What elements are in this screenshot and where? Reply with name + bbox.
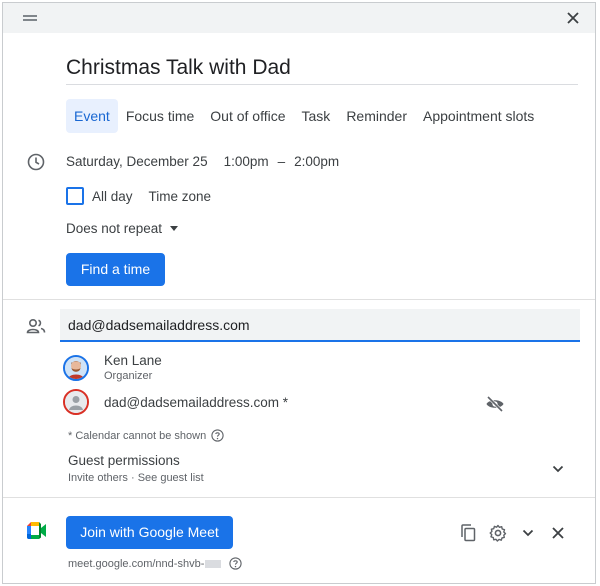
gear-icon[interactable] [488, 523, 507, 542]
divider [3, 299, 595, 300]
guest-name: dad@dadsemailaddress.com * [104, 394, 289, 410]
eye-off-icon [485, 395, 505, 413]
all-day-checkbox[interactable] [66, 187, 84, 205]
people-icon [26, 317, 46, 335]
tab-task[interactable]: Task [294, 99, 339, 133]
meet-link[interactable]: meet.google.com/nnd-shvb- [68, 557, 243, 570]
tab-event[interactable]: Event [66, 99, 118, 133]
start-time-picker[interactable]: 1:00pm [224, 154, 269, 169]
copy-icon[interactable] [458, 523, 477, 542]
repeat-label: Does not repeat [66, 221, 163, 236]
guest-row[interactable]: Ken Lane Organizer [63, 353, 162, 382]
close-icon[interactable] [563, 8, 583, 28]
all-day-row: All day Time zone [66, 187, 211, 205]
date-picker[interactable]: Saturday, December 25 [66, 154, 208, 169]
dialog-header[interactable] [3, 3, 595, 33]
close-icon[interactable] [548, 523, 567, 542]
redacted-block [205, 559, 222, 568]
guest-permissions[interactable]: Guest permissions Invite others · See gu… [68, 453, 204, 484]
guest-permissions-summary: Invite others · See guest list [68, 472, 204, 484]
chevron-down-icon[interactable] [518, 523, 537, 542]
event-datetime: Saturday, December 25 1:00pm – 2:00pm [66, 154, 339, 169]
meet-actions [458, 523, 567, 542]
help-icon[interactable] [211, 429, 224, 442]
guest-permissions-label: Guest permissions [68, 453, 180, 468]
calendar-note-text: * Calendar cannot be shown [68, 429, 207, 442]
tab-out-of-office[interactable]: Out of office [202, 99, 293, 133]
event-title-input[interactable]: Christmas Talk with Dad [66, 55, 578, 85]
join-google-meet-button[interactable]: Join with Google Meet [66, 516, 233, 549]
help-icon[interactable] [229, 557, 243, 570]
calendar-note: * Calendar cannot be shown [68, 429, 224, 442]
tab-appointment-slots[interactable]: Appointment slots [415, 99, 542, 133]
avatar [63, 389, 89, 415]
tab-focus-time[interactable]: Focus time [118, 99, 202, 133]
tab-reminder[interactable]: Reminder [338, 99, 415, 133]
avatar [63, 354, 89, 381]
google-meet-icon [27, 522, 47, 540]
guest-name: Ken Lane [104, 353, 162, 368]
time-separator: – [277, 154, 286, 169]
add-guests-input[interactable]: dad@dadsemailaddress.com [60, 309, 580, 342]
find-a-time-button[interactable]: Find a time [66, 253, 165, 286]
repeat-dropdown[interactable]: Does not repeat [66, 221, 179, 236]
guest-row[interactable]: dad@dadsemailaddress.com * [63, 389, 288, 415]
clock-icon [27, 153, 45, 171]
drag-handle-icon[interactable] [23, 15, 37, 21]
time-zone-button[interactable]: Time zone [149, 189, 212, 204]
chevron-down-icon[interactable] [551, 461, 565, 473]
event-dialog: Christmas Talk with Dad Event Focus time… [2, 2, 596, 584]
all-day-label[interactable]: All day [92, 189, 133, 204]
meet-link-text: meet.google.com/nnd-shvb- [68, 557, 205, 570]
end-time-picker[interactable]: 2:00pm [294, 154, 339, 169]
divider [3, 497, 595, 498]
guest-role: Organizer [104, 370, 153, 382]
dropdown-caret-icon [170, 226, 179, 231]
event-type-tabs: Event Focus time Out of office Task Remi… [66, 99, 542, 133]
